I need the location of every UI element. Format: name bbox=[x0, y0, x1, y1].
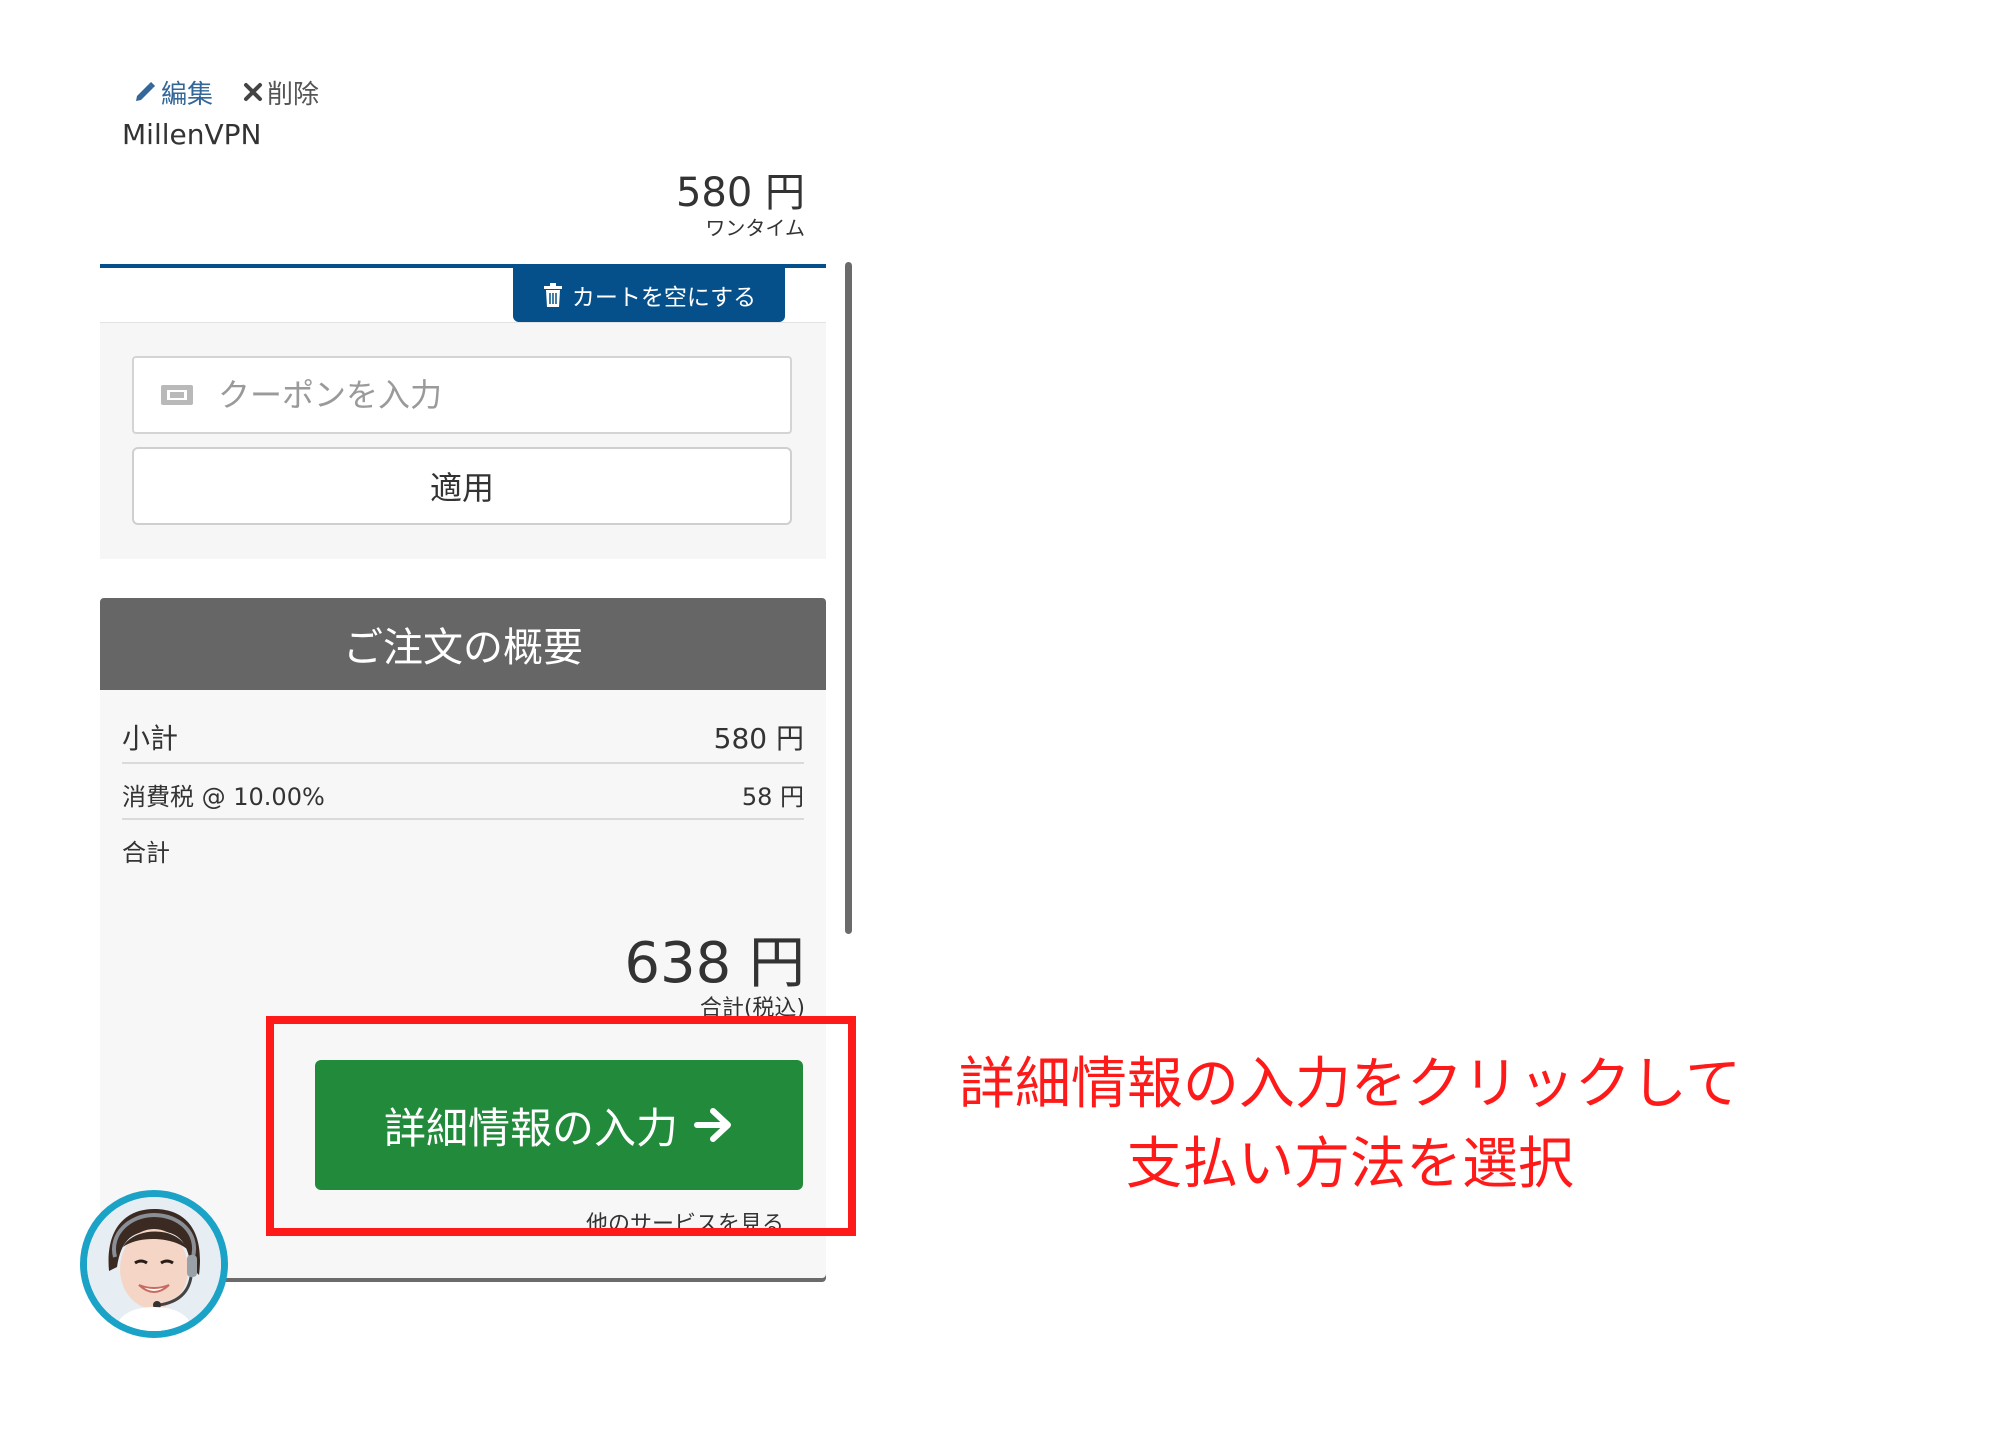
delete-link[interactable]: 削除 bbox=[243, 74, 319, 111]
subtotal-value: 580 円 bbox=[713, 722, 804, 755]
subtotal-label: 小計 bbox=[122, 722, 179, 755]
pencil-icon bbox=[136, 81, 156, 101]
coupon-field[interactable] bbox=[132, 356, 792, 434]
support-agent-icon bbox=[87, 1197, 221, 1331]
item-actions: 編集 削除 bbox=[133, 72, 319, 112]
empty-cart-button[interactable]: カートを空にする bbox=[513, 268, 785, 322]
tax-value: 58 円 bbox=[741, 782, 804, 811]
total-amount: 638 円 bbox=[624, 931, 805, 996]
support-chat-avatar[interactable] bbox=[80, 1190, 228, 1338]
apply-coupon-button[interactable]: 適用 bbox=[132, 447, 792, 525]
edit-label: 編集 bbox=[161, 79, 214, 110]
order-summary-title: ご注文の概要 bbox=[100, 598, 826, 690]
scrollbar[interactable] bbox=[845, 262, 852, 934]
total-row: 合計 bbox=[122, 830, 804, 870]
empty-cart-label: カートを空にする bbox=[571, 285, 757, 311]
coupon-input[interactable] bbox=[216, 375, 760, 415]
edit-link[interactable]: 編集 bbox=[133, 74, 213, 111]
subtotal-row: 小計 580 円 bbox=[122, 712, 804, 764]
highlight-box bbox=[266, 1016, 856, 1236]
billing-cycle: ワンタイム bbox=[705, 216, 805, 240]
total-label: 合計 bbox=[122, 838, 170, 867]
item-price: 580 円 bbox=[675, 170, 805, 216]
ticket-icon bbox=[161, 385, 193, 405]
instruction-annotation: 詳細情報の入力をクリックして 支払い方法を選択 bbox=[880, 1045, 1820, 1205]
annotation-line-1: 詳細情報の入力をクリックして bbox=[958, 1052, 1742, 1117]
product-name: MillenVPN bbox=[122, 118, 262, 151]
close-icon bbox=[244, 83, 263, 101]
delete-label: 削除 bbox=[267, 79, 320, 110]
tax-row: 消費税 @ 10.00% 58 円 bbox=[122, 770, 804, 820]
trash-icon bbox=[543, 283, 562, 307]
tax-label: 消費税 @ 10.00% bbox=[122, 782, 325, 811]
annotation-line-2: 支払い方法を選択 bbox=[1126, 1132, 1574, 1197]
